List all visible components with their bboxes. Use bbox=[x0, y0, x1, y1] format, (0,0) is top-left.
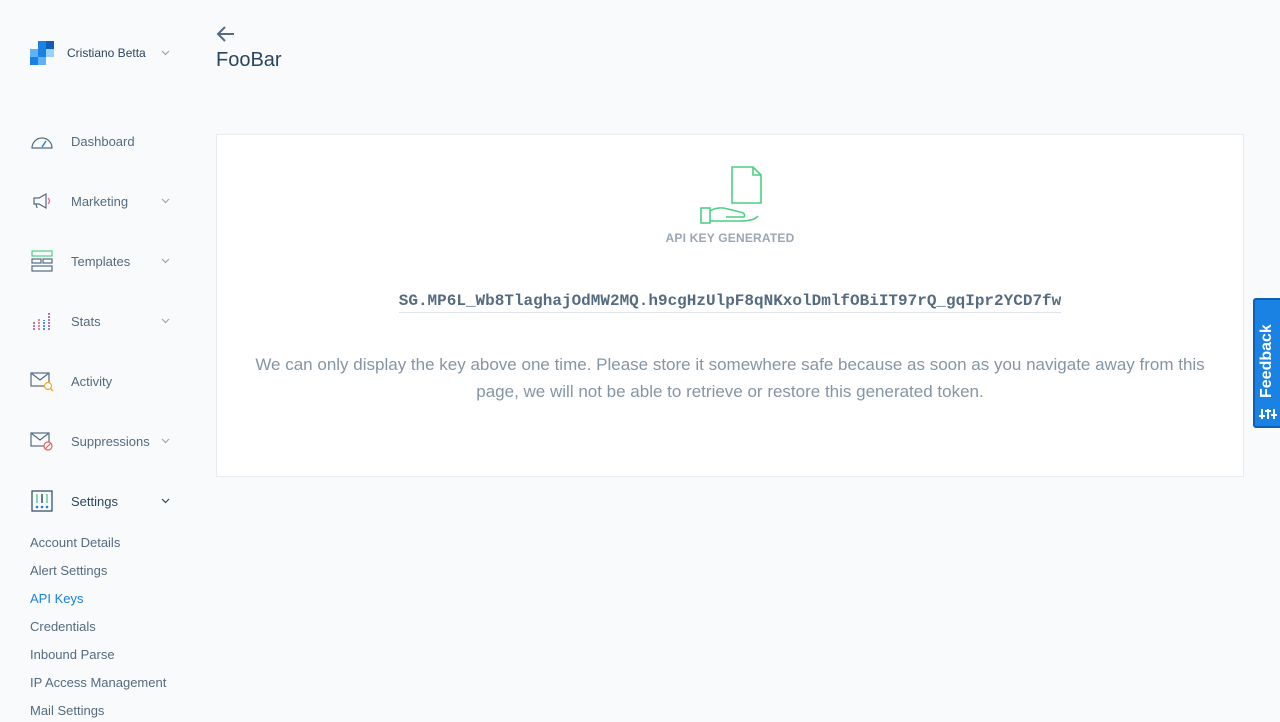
api-key-card: API KEY GENERATED SG.MP6L_Wb8TlaghajOdMW… bbox=[216, 134, 1244, 477]
nav-activity-label: Activity bbox=[71, 373, 113, 389]
nav-dashboard[interactable]: Dashboard bbox=[30, 127, 170, 155]
nav-suppressions-label: Suppressions bbox=[71, 433, 150, 449]
api-key-value[interactable]: SG.MP6L_Wb8TlaghajOdMW2MQ.h9cgHzUlpF8qNK… bbox=[398, 292, 1062, 313]
nav-templates-label: Templates bbox=[71, 253, 131, 269]
sub-mail-settings[interactable]: Mail Settings bbox=[30, 702, 104, 720]
account-name: Cristiano Betta bbox=[67, 46, 146, 60]
nav-marketing[interactable]: Marketing bbox=[30, 187, 170, 215]
nav-stats[interactable]: Stats bbox=[30, 307, 170, 335]
nav-stats-label: Stats bbox=[71, 313, 101, 329]
bar-chart-icon bbox=[30, 309, 54, 333]
api-key-value-wrap: SG.MP6L_Wb8TlaghajOdMW2MQ.h9cgHzUlpF8qNK… bbox=[217, 292, 1243, 313]
nav-settings[interactable]: Settings bbox=[30, 487, 170, 515]
api-key-generated-heading: API KEY GENERATED bbox=[665, 231, 795, 245]
sub-inbound-parse[interactable]: Inbound Parse bbox=[30, 646, 115, 664]
chevron-down-icon bbox=[160, 48, 170, 58]
nav-settings-label: Settings bbox=[71, 493, 118, 509]
hand-document-icon bbox=[700, 165, 762, 227]
envelope-search-icon bbox=[30, 369, 54, 393]
sliders-icon bbox=[30, 489, 54, 513]
chevron-down-icon bbox=[160, 196, 170, 206]
api-key-notice: We can only display the key above one ti… bbox=[255, 355, 1205, 401]
nav-marketing-label: Marketing bbox=[71, 193, 129, 209]
sub-credentials[interactable]: Credentials bbox=[30, 618, 96, 636]
envelope-block-icon bbox=[30, 429, 54, 453]
chevron-down-icon bbox=[160, 436, 170, 446]
megaphone-icon bbox=[30, 189, 54, 213]
sendgrid-logo-icon bbox=[30, 41, 54, 65]
chevron-down-icon bbox=[160, 316, 170, 326]
nav-activity[interactable]: Activity bbox=[30, 367, 170, 395]
nav-templates[interactable]: Templates bbox=[30, 247, 170, 275]
gauge-icon bbox=[30, 129, 54, 153]
nav-suppressions[interactable]: Suppressions bbox=[30, 427, 170, 455]
feedback-tab[interactable]: Feedback bbox=[1253, 298, 1280, 428]
sub-alert-settings[interactable]: Alert Settings bbox=[30, 562, 107, 580]
nav-dashboard-label: Dashboard bbox=[71, 133, 135, 149]
feedback-sliders-icon bbox=[1258, 406, 1278, 422]
templates-icon bbox=[30, 249, 54, 273]
back-arrow-icon[interactable] bbox=[216, 25, 236, 43]
chevron-down-icon bbox=[160, 496, 170, 506]
page-title: FooBar bbox=[216, 49, 282, 71]
account-switcher[interactable]: Cristiano Betta bbox=[30, 40, 170, 66]
sub-account-details[interactable]: Account Details bbox=[30, 534, 120, 552]
sidebar: Cristiano Betta Dashboard Marketing Temp… bbox=[0, 0, 181, 722]
sub-api-keys[interactable]: API Keys bbox=[30, 590, 83, 608]
chevron-down-icon bbox=[160, 256, 170, 266]
feedback-label: Feedback bbox=[1258, 324, 1275, 398]
sub-ip-access-management[interactable]: IP Access Management bbox=[30, 674, 166, 692]
